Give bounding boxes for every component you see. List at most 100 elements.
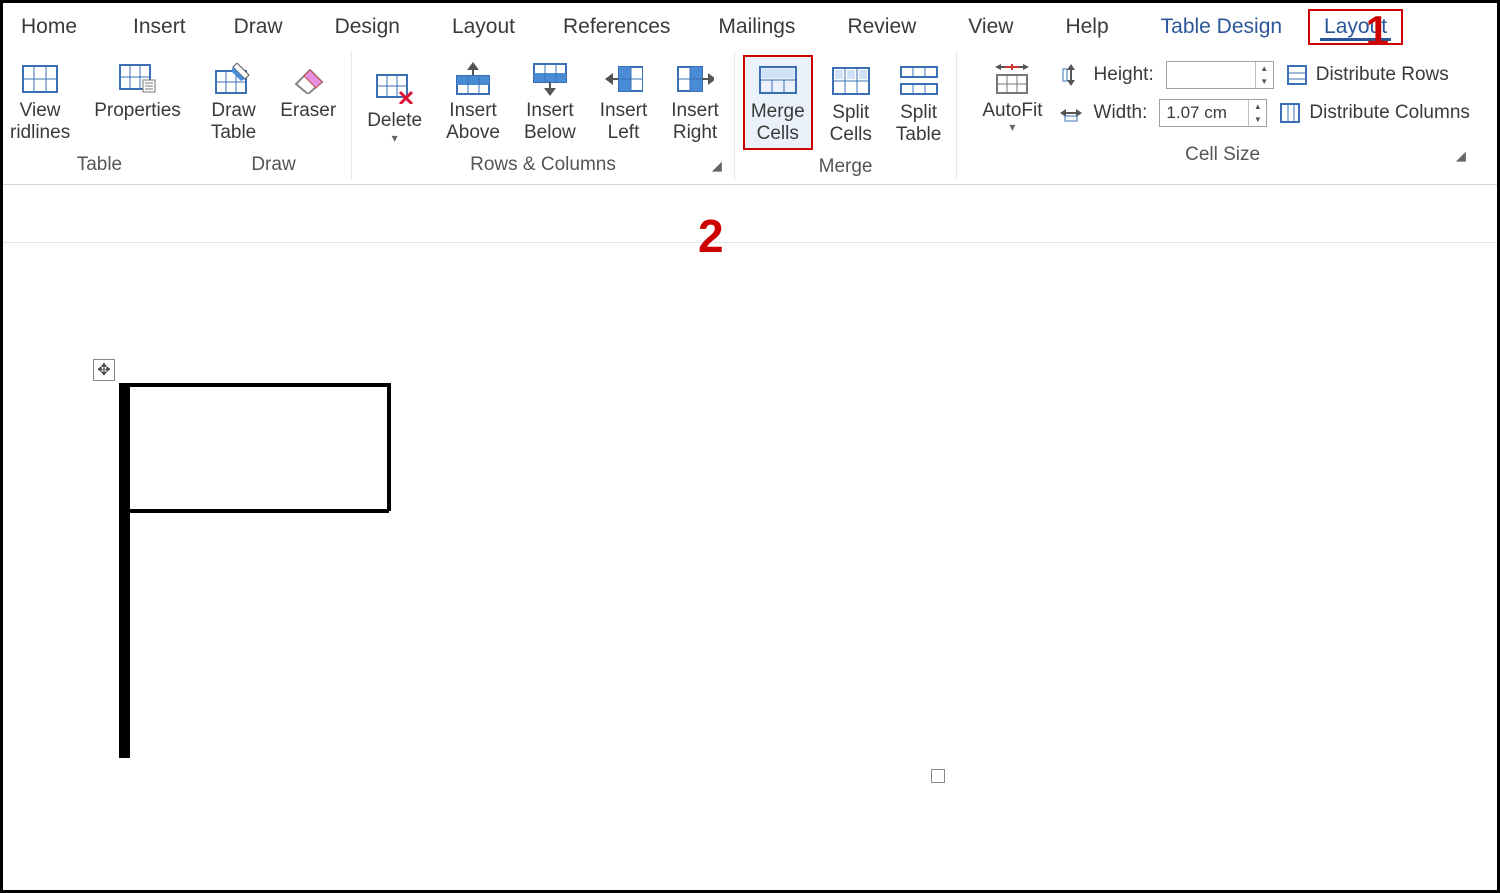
insert-right-label-1: Insert xyxy=(671,100,719,122)
group-draw-label: Draw xyxy=(204,154,343,176)
eraser-button[interactable]: Eraser xyxy=(273,55,343,148)
spinner-up-icon[interactable]: ▲ xyxy=(1256,62,1273,75)
tab-design[interactable]: Design xyxy=(321,11,414,43)
insert-above-button[interactable]: Insert Above xyxy=(439,55,507,148)
selection-border xyxy=(119,509,389,513)
eraser-icon xyxy=(289,60,327,98)
table-resize-handle[interactable] xyxy=(931,769,945,783)
callout-number-1: 1 xyxy=(1366,7,1389,55)
insert-left-label-1: Insert xyxy=(600,100,648,122)
group-table-label: Table xyxy=(11,154,188,176)
autofit-label: AutoFit xyxy=(982,100,1042,122)
split-cells-label-2: Cells xyxy=(830,124,872,146)
group-cell-size-label: Cell Size ◢ xyxy=(975,144,1470,166)
document-margin-area xyxy=(3,189,1497,243)
dialog-launcher-icon[interactable]: ◢ xyxy=(712,158,722,174)
selection-border xyxy=(119,383,123,511)
height-label: Height: xyxy=(1094,64,1154,86)
ribbon: View ridlines Properties Table xyxy=(3,51,1497,185)
autofit-icon xyxy=(993,60,1031,98)
spinner-down-icon[interactable]: ▼ xyxy=(1249,113,1266,126)
split-cells-icon xyxy=(832,62,870,100)
table-cell[interactable] xyxy=(127,509,129,571)
delete-label: Delete xyxy=(367,110,422,132)
ribbon-tabs: Home Insert Draw Design Layout Reference… xyxy=(3,3,1497,51)
eraser-label: Eraser xyxy=(280,100,336,122)
tab-references[interactable]: References xyxy=(549,11,684,43)
height-icon xyxy=(1060,64,1082,86)
tab-help[interactable]: Help xyxy=(1051,11,1122,43)
merge-cells-label-1: Merge xyxy=(751,101,805,123)
distribute-columns-icon xyxy=(1279,102,1301,124)
split-cells-button[interactable]: Split Cells xyxy=(823,57,879,150)
draw-table-icon xyxy=(215,60,253,98)
tab-view[interactable]: View xyxy=(954,11,1027,43)
selection-border xyxy=(387,383,391,511)
width-icon xyxy=(1060,102,1082,124)
insert-right-label-2: Right xyxy=(673,122,717,144)
draw-table-button[interactable]: Draw Table xyxy=(204,55,263,148)
tab-table-design[interactable]: Table Design xyxy=(1147,11,1296,43)
table-cell[interactable] xyxy=(127,695,129,757)
tab-layout[interactable]: Layout xyxy=(438,11,529,43)
height-input[interactable]: ▲▼ xyxy=(1166,61,1274,89)
group-cell-size: AutoFit ▾ Height: ▲▼ xyxy=(956,51,1488,180)
dialog-launcher-icon[interactable]: ◢ xyxy=(1456,148,1466,164)
gridlines-icon xyxy=(21,60,59,98)
insert-above-label-1: Insert xyxy=(449,100,497,122)
properties-icon xyxy=(119,60,157,98)
insert-left-button[interactable]: Insert Left xyxy=(593,55,655,148)
table-cell[interactable] xyxy=(127,385,129,447)
insert-below-icon xyxy=(531,60,569,98)
tab-home[interactable]: Home xyxy=(7,11,91,43)
distribute-columns-label: Distribute Columns xyxy=(1309,102,1470,124)
group-rows-columns: Delete ▾ Insert Above Insert Below xyxy=(352,51,735,180)
distribute-rows-icon xyxy=(1286,64,1308,86)
distribute-rows-label: Distribute Rows xyxy=(1316,64,1449,86)
chevron-down-icon: ▾ xyxy=(1009,120,1015,134)
table-cell[interactable] xyxy=(127,447,129,509)
group-table: View ridlines Properties Table xyxy=(3,51,196,180)
insert-below-label-2: Below xyxy=(524,122,576,144)
selection-border xyxy=(119,383,389,387)
properties-button[interactable]: Properties xyxy=(87,55,188,148)
merge-cells-button[interactable]: Merge Cells xyxy=(743,55,813,150)
insert-below-button[interactable]: Insert Below xyxy=(517,55,583,148)
view-gridlines-label-2: ridlines xyxy=(10,122,70,144)
callout-number-2: 2 xyxy=(698,209,724,263)
tab-draw[interactable]: Draw xyxy=(220,11,297,43)
width-label: Width: xyxy=(1094,102,1148,124)
merge-cells-icon xyxy=(759,61,797,99)
draw-table-label-2: Table xyxy=(211,122,256,144)
table-cell[interactable] xyxy=(127,633,129,695)
merge-cells-label-2: Cells xyxy=(757,123,799,145)
distribute-rows-button[interactable]: Distribute Rows xyxy=(1286,64,1449,86)
view-gridlines-button[interactable]: View ridlines xyxy=(3,55,77,148)
insert-below-label-1: Insert xyxy=(526,100,574,122)
tab-mailings[interactable]: Mailings xyxy=(704,11,809,43)
spinner-up-icon[interactable]: ▲ xyxy=(1249,100,1266,113)
insert-right-button[interactable]: Insert Right xyxy=(664,55,726,148)
distribute-columns-button[interactable]: Distribute Columns xyxy=(1279,102,1470,124)
insert-above-label-2: Above xyxy=(446,122,500,144)
split-table-label-1: Split xyxy=(900,102,937,124)
spinner-down-icon[interactable]: ▼ xyxy=(1256,75,1273,88)
split-table-button[interactable]: Split Table xyxy=(889,57,948,150)
tab-review[interactable]: Review xyxy=(833,11,930,43)
width-value: 1.07 cm xyxy=(1166,103,1226,123)
width-input[interactable]: 1.07 cm ▲▼ xyxy=(1159,99,1267,127)
group-merge-label: Merge xyxy=(743,156,949,178)
split-table-icon xyxy=(900,62,938,100)
tab-insert[interactable]: Insert xyxy=(119,11,200,43)
autofit-button[interactable]: AutoFit ▾ xyxy=(975,55,1049,138)
delete-button[interactable]: Delete ▾ xyxy=(360,65,429,148)
table-cell[interactable] xyxy=(127,571,129,633)
insert-left-icon xyxy=(605,60,643,98)
view-gridlines-label-1: View xyxy=(20,100,61,122)
group-rows-columns-label: Rows & Columns ◢ xyxy=(360,154,726,176)
table-move-handle[interactable]: ✥ xyxy=(93,359,115,381)
insert-left-label-2: Left xyxy=(608,122,640,144)
split-cells-label-1: Split xyxy=(832,102,869,124)
delete-icon xyxy=(376,70,414,108)
split-table-label-2: Table xyxy=(896,124,941,146)
